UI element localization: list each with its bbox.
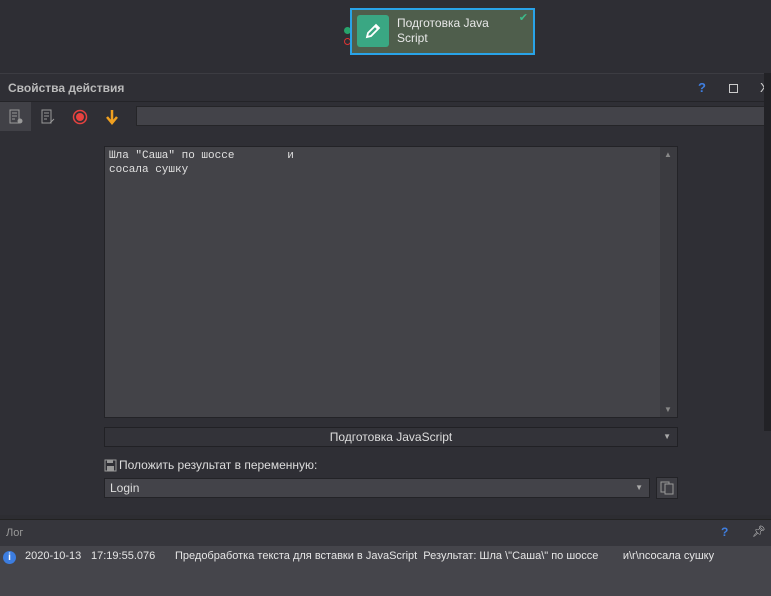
action-type-select[interactable]: Подготовка JavaScript ▼ bbox=[104, 427, 678, 447]
edit-doc-button[interactable] bbox=[32, 102, 63, 131]
action-node[interactable]: Подготовка Java Script ✔ bbox=[350, 8, 535, 55]
log-date: 2020-10-13 bbox=[25, 550, 82, 562]
node-title: Подготовка Java Script bbox=[397, 16, 489, 45]
text-editor[interactable]: Шла "Саша" по шоссе и сосала сушку ▲ ▼ bbox=[104, 146, 678, 418]
action-type-value: Подготовка JavaScript bbox=[329, 430, 453, 444]
variable-value: Login bbox=[110, 481, 140, 495]
log-help-button[interactable]: ? bbox=[721, 525, 728, 539]
log-title: Лог bbox=[6, 527, 24, 539]
workflow-canvas[interactable]: Подготовка Java Script ✔ bbox=[0, 0, 771, 73]
chevron-down-icon: ▼ bbox=[635, 483, 643, 492]
toolbar bbox=[0, 102, 771, 131]
panel-titlebar: Свойства действия ? X bbox=[0, 74, 771, 102]
log-message: Предобработка текста для вставки в JavaS… bbox=[175, 550, 715, 562]
settings-doc-button[interactable] bbox=[0, 102, 31, 131]
copy-icon bbox=[660, 481, 674, 495]
record-button[interactable] bbox=[64, 102, 95, 131]
check-icon: ✔ bbox=[518, 12, 528, 24]
copy-button[interactable] bbox=[656, 477, 678, 499]
search-input[interactable] bbox=[136, 106, 771, 126]
scroll-down-icon[interactable]: ▼ bbox=[664, 405, 672, 414]
pin-icon[interactable]: 📌︎ bbox=[752, 525, 766, 538]
document-settings-icon bbox=[9, 109, 22, 123]
action-properties-panel: Свойства действия ? X Шла "Саша" по шосс… bbox=[0, 73, 771, 515]
editor-scrollbar[interactable]: ▲ ▼ bbox=[660, 147, 677, 417]
result-label-text: Положить результат в переменную: bbox=[119, 458, 318, 472]
info-icon: i bbox=[3, 551, 16, 564]
editor-text[interactable]: Шла "Саша" по шоссе и сосала сушку bbox=[109, 149, 294, 177]
record-icon bbox=[72, 109, 87, 124]
chevron-down-icon: ▼ bbox=[663, 432, 671, 441]
panel-title: Свойства действия bbox=[8, 81, 125, 95]
log-time: 17:19:55.076 bbox=[91, 550, 156, 562]
result-label: Положить результат в переменную: bbox=[104, 458, 317, 472]
variable-select[interactable]: Login ▼ bbox=[104, 478, 650, 498]
pencil-icon bbox=[357, 15, 389, 47]
maximize-button[interactable] bbox=[729, 84, 738, 93]
log-panel: Лог ? 📌︎ i 2020-10-13 17:19:55.076 Предо… bbox=[0, 519, 771, 596]
move-down-button[interactable] bbox=[96, 102, 127, 131]
help-button[interactable]: ? bbox=[698, 80, 706, 95]
log-header: Лог ? 📌︎ bbox=[0, 520, 771, 546]
scroll-up-icon[interactable]: ▲ bbox=[664, 150, 672, 159]
log-entry[interactable]: i 2020-10-13 17:19:55.076 Предобработка … bbox=[0, 550, 771, 566]
arrow-down-icon bbox=[105, 109, 118, 125]
panel-scrollbar[interactable] bbox=[764, 73, 771, 431]
save-icon bbox=[104, 459, 117, 471]
document-edit-icon bbox=[41, 109, 54, 123]
